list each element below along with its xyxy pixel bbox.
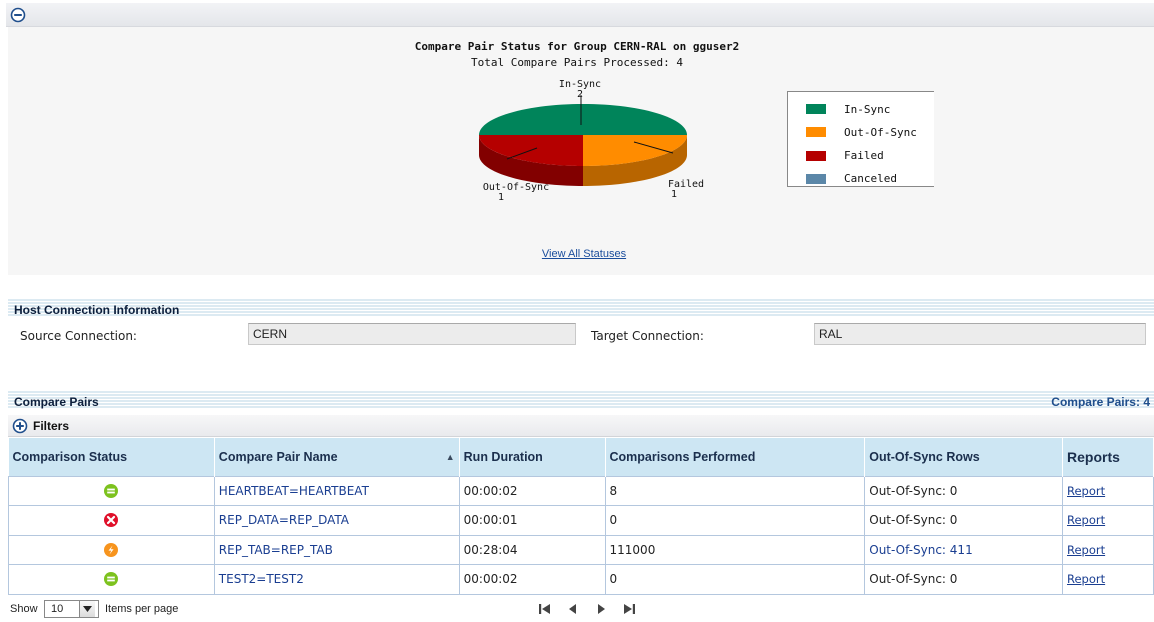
page-navigation [538,601,636,617]
legend-label: Out-Of-Sync [844,125,917,139]
out-of-sync-rows-cell: Out-Of-Sync: 0 [864,475,1063,506]
chart-title: Compare Pair Status for Group CERN-RAL o… [414,40,740,53]
report-link[interactable]: Report [1067,484,1105,498]
pie-chart: In-Sync2Out-Of-Sync1Failed1 [479,79,704,203]
source-connection-label: Source Connection: [20,329,137,343]
target-connection-label: Target Connection: [591,329,704,343]
table-row[interactable]: TEST2=TEST2 00:00:02 0 Out-Of-Sync: 0 Re… [8,564,1154,595]
reports-cell: Report [1062,564,1154,595]
legend-item: Failed [806,148,936,164]
comparisons-performed-cell: 0 [604,564,866,595]
filters-label: Filters [33,419,70,433]
out-of-sync-rows-cell: Out-Of-Sync: 0 [864,505,1063,536]
table-row[interactable]: REP_DATA=REP_DATA 00:00:01 0 Out-Of-Sync… [8,505,1154,536]
chart-panel-header [6,3,1154,27]
pie-slice-label: Out-Of-Sync [483,182,549,193]
items-per-page-select[interactable]: 10 [44,600,99,618]
out-of-sync-icon [103,542,119,558]
out-of-sync-rows-cell: Out-Of-Sync: 0 [864,564,1063,595]
run-duration-cell: 00:28:04 [458,534,606,565]
legend-swatch [806,104,826,114]
compare-pair-name-cell[interactable]: TEST2=TEST2 [213,564,460,595]
legend-swatch [806,173,826,184]
previous-page-icon[interactable] [566,602,580,616]
report-link[interactable]: Report [1067,513,1105,527]
comparison-status-cell [8,564,215,595]
out-of-sync-rows-value: Out-Of-Sync: 0 [869,572,958,587]
items-per-page-label: Items per page [105,603,179,615]
report-link[interactable]: Report [1067,543,1105,557]
legend-swatch [806,150,826,161]
run-duration-cell: 00:00:01 [458,505,606,536]
column-header-compare-pair-name[interactable]: Compare Pair Name ▲ [214,438,460,476]
compare-pairs-count: Compare Pairs: 4 [1051,395,1150,409]
out-of-sync-rows-value: Out-Of-Sync: 0 [869,483,958,498]
compare-pair-name-cell[interactable]: REP_DATA=REP_DATA [213,505,460,536]
legend-item: Canceled [806,171,936,187]
table-header-row: Comparison Status Compare Pair Name ▲ Ru… [8,438,1154,476]
comparison-status-cell [8,534,215,565]
pagination-bar: Show 10 Items per page [8,598,1154,620]
chart-legend: In-Sync Out-Of-Sync Failed Canceled [787,91,934,187]
compare-pairs-title: Compare Pairs [14,395,99,409]
in-sync-icon [103,483,119,499]
pie-slice-value: 1 [671,189,677,200]
run-duration-cell: 00:00:02 [458,475,606,506]
compare-pair-name-cell[interactable]: REP_TAB=REP_TAB [213,534,460,565]
legend-swatch [806,127,826,138]
host-connection-title: Host Connection Information [14,303,180,317]
target-connection-field: RAL [814,323,1146,345]
comparisons-performed-cell: 111000 [604,534,866,565]
plus-circle-icon[interactable] [12,418,28,434]
next-page-icon[interactable] [594,602,608,616]
view-all-statuses-link[interactable]: View All Statuses [0,248,1154,260]
legend-label: In-Sync [844,102,891,116]
items-per-page-value: 10 [51,603,64,615]
host-connection-row: Source Connection: CERN Target Connectio… [8,322,1154,350]
comparison-status-cell [8,475,215,506]
comparison-status-cell [8,505,215,536]
source-connection-field: CERN [248,323,576,345]
report-link[interactable]: Report [1067,572,1105,586]
host-connection-header: Host Connection Information [8,299,1154,317]
column-header-comparisons-performed[interactable]: Comparisons Performed [605,438,866,476]
column-header-reports[interactable]: Reports [1062,438,1154,476]
out-of-sync-rows-cell[interactable]: Out-Of-Sync: 411 [864,534,1063,565]
table-row[interactable]: REP_TAB=REP_TAB 00:28:04 111000 Out-Of-S… [8,534,1154,565]
legend-item: Out-Of-Sync [806,124,936,140]
comparisons-performed-cell: 0 [604,505,866,536]
chevron-down-icon[interactable] [79,601,95,617]
column-header-comparison-status[interactable]: Comparison Status [8,438,215,476]
column-header-run-duration[interactable]: Run Duration [459,438,606,476]
pie-slice-in-sync[interactable] [479,104,687,135]
legend-item: In-Sync [806,101,936,117]
run-duration-cell: 00:00:02 [458,564,606,595]
first-page-icon[interactable] [538,602,552,616]
compare-pairs-header: Compare Pairs Compare Pairs: 4 [8,391,1154,409]
reports-cell: Report [1062,505,1154,536]
reports-cell: Report [1062,534,1154,565]
last-page-icon[interactable] [622,602,636,616]
failed-icon [103,512,119,528]
column-header-label: Compare Pair Name [218,449,338,464]
column-header-out-of-sync-rows[interactable]: Out-Of-Sync Rows [864,438,1063,476]
legend-label: Canceled [844,172,897,186]
in-sync-icon [103,571,119,587]
compare-pair-name-cell[interactable]: HEARTBEAT=HEARTBEAT [213,475,460,506]
pie-slice-value: 2 [577,89,583,100]
reports-cell: Report [1062,475,1154,506]
pie-slice-value: 1 [498,192,504,203]
compare-pairs-table: Comparison Status Compare Pair Name ▲ Ru… [8,438,1154,595]
show-label: Show [10,603,38,615]
comparisons-performed-cell: 8 [604,475,866,506]
out-of-sync-rows-value: Out-Of-Sync: 0 [869,513,958,528]
table-row[interactable]: HEARTBEAT=HEARTBEAT 00:00:02 8 Out-Of-Sy… [8,475,1154,506]
minus-circle-icon[interactable] [10,7,26,23]
filters-bar[interactable]: Filters [8,415,1154,437]
out-of-sync-rows-value[interactable]: Out-Of-Sync: 411 [869,543,972,557]
chart-subtitle: Total Compare Pairs Processed: 4 [471,56,683,69]
legend-label: Failed [844,149,884,163]
sort-ascending-icon[interactable]: ▲ [446,452,455,462]
